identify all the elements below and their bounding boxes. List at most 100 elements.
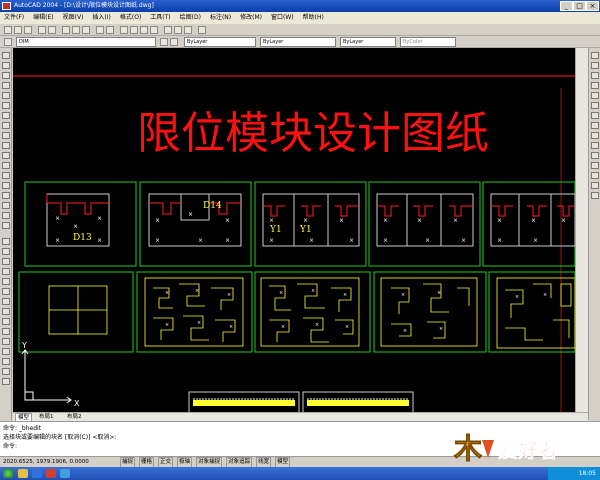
offset-icon[interactable]	[2, 268, 10, 275]
drawing-canvas[interactable]: 限位模块设计图纸 ⨯ ⨯ ⨯ ⨯ ⨯ ⨯ ⨯ ⨯ ⨯ ⨯ ⨯ ⨯ ⨯ ⨯ ⨯ ⨯…	[13, 48, 575, 412]
fillet-right-icon[interactable]	[591, 182, 599, 189]
stretch-icon[interactable]	[2, 318, 10, 325]
move-icon[interactable]	[2, 288, 10, 295]
make-block-icon[interactable]	[2, 172, 10, 179]
properties-icon[interactable]	[164, 26, 172, 34]
autocad-task-icon[interactable]	[46, 469, 56, 478]
chamfer-icon[interactable]	[2, 358, 10, 365]
circle-icon[interactable]	[2, 112, 10, 119]
minimize-button[interactable]: _	[560, 1, 573, 11]
cut-icon[interactable]	[62, 26, 70, 34]
copy-object-icon[interactable]	[2, 248, 10, 255]
menu-insert[interactable]: 插入(I)	[92, 12, 110, 24]
menu-tools[interactable]: 工具(T)	[150, 12, 170, 24]
maximize-button[interactable]: □	[573, 1, 586, 11]
erase-right-icon[interactable]	[591, 52, 599, 59]
array-right-icon[interactable]	[591, 92, 599, 99]
menu-draw[interactable]: 绘图(D)	[180, 12, 201, 24]
tab-layout2[interactable]: 布局2	[65, 413, 84, 421]
color-combo[interactable]: ByLayer	[184, 37, 256, 47]
layer-previous-icon[interactable]	[170, 38, 178, 46]
zoom-window-icon[interactable]	[140, 26, 148, 34]
trim-icon[interactable]	[2, 328, 10, 335]
menu-dimension[interactable]: 标注(N)	[210, 12, 231, 24]
menu-window[interactable]: 窗口(W)	[271, 12, 294, 24]
redo-icon[interactable]	[106, 26, 114, 34]
tool-palettes-icon[interactable]	[184, 26, 192, 34]
arc-icon[interactable]	[2, 102, 10, 109]
media-icon[interactable]	[60, 469, 70, 478]
pan-icon[interactable]	[120, 26, 128, 34]
extend-icon[interactable]	[2, 338, 10, 345]
erase-icon[interactable]	[2, 238, 10, 245]
lineweight-combo[interactable]: ByLayer	[340, 37, 396, 47]
spline-icon[interactable]	[2, 132, 10, 139]
rotate-icon[interactable]	[2, 298, 10, 305]
point-icon[interactable]	[2, 182, 10, 189]
ellipse-arc-icon[interactable]	[2, 152, 10, 159]
chamfer-right-icon[interactable]	[591, 172, 599, 179]
make-current-icon[interactable]	[160, 38, 168, 46]
table-icon[interactable]	[2, 212, 10, 219]
layer-manager-icon[interactable]	[4, 38, 12, 46]
polygon-icon[interactable]	[2, 82, 10, 89]
move-right-icon[interactable]	[591, 102, 599, 109]
new-file-icon[interactable]	[4, 26, 12, 34]
rotate-right-icon[interactable]	[591, 112, 599, 119]
plotstyle-combo[interactable]: ByColor	[400, 37, 456, 47]
array-icon[interactable]	[2, 278, 10, 285]
menu-view[interactable]: 视图(V)	[63, 12, 84, 24]
copy-right-icon[interactable]	[591, 62, 599, 69]
mirror-right-icon[interactable]	[591, 72, 599, 79]
explode-icon[interactable]	[2, 378, 10, 385]
open-file-icon[interactable]	[14, 26, 22, 34]
trim-right-icon[interactable]	[591, 142, 599, 149]
menu-modify[interactable]: 修改(M)	[240, 12, 262, 24]
explorer-icon[interactable]	[18, 469, 28, 478]
save-icon[interactable]	[24, 26, 32, 34]
start-button-icon[interactable]	[3, 469, 13, 478]
linetype-combo[interactable]: ByLayer	[260, 37, 336, 47]
mtext-icon[interactable]	[2, 222, 10, 229]
revision-cloud-icon[interactable]	[2, 122, 10, 129]
svg-text:⨯: ⨯	[425, 237, 430, 244]
ellipse-icon[interactable]	[2, 142, 10, 149]
menu-help[interactable]: 帮助(H)	[303, 12, 324, 24]
rectangle-icon[interactable]	[2, 92, 10, 99]
paste-icon[interactable]	[82, 26, 90, 34]
svg-text:⨯: ⨯	[349, 237, 354, 244]
zoom-previous-icon[interactable]	[150, 26, 158, 34]
mirror-icon[interactable]	[2, 258, 10, 265]
print-icon[interactable]	[38, 26, 46, 34]
scale-icon[interactable]	[2, 308, 10, 315]
tab-layout1[interactable]: 布局1	[37, 413, 56, 421]
menu-edit[interactable]: 编辑(E)	[33, 12, 53, 24]
scale-right-icon[interactable]	[591, 122, 599, 129]
region-icon[interactable]	[2, 202, 10, 209]
close-button[interactable]: ×	[586, 1, 599, 11]
line-tool-icon[interactable]	[2, 52, 10, 59]
offset-right-icon[interactable]	[591, 82, 599, 89]
undo-icon[interactable]	[96, 26, 104, 34]
design-center-icon[interactable]	[174, 26, 182, 34]
break-icon[interactable]	[2, 348, 10, 355]
insert-block-icon[interactable]	[2, 162, 10, 169]
vertical-scrollbar[interactable]	[575, 48, 588, 412]
extend-right-icon[interactable]	[591, 152, 599, 159]
zoom-realtime-icon[interactable]	[130, 26, 138, 34]
fillet-icon[interactable]	[2, 368, 10, 375]
construction-line-icon[interactable]	[2, 62, 10, 69]
layer-combo[interactable]: DIM	[16, 37, 156, 47]
break-right-icon[interactable]	[591, 162, 599, 169]
preview-icon[interactable]	[48, 26, 56, 34]
help-icon[interactable]	[198, 26, 206, 34]
ie-icon[interactable]	[32, 469, 42, 478]
polyline-icon[interactable]	[2, 72, 10, 79]
stretch-right-icon[interactable]	[591, 132, 599, 139]
menu-format[interactable]: 格式(O)	[120, 12, 141, 24]
copy-icon[interactable]	[72, 26, 80, 34]
hatch-icon[interactable]	[2, 192, 10, 199]
horizontal-scrollbar[interactable]: 模型 布局1 布局2	[13, 412, 588, 423]
explode-right-icon[interactable]	[591, 192, 599, 199]
menu-file[interactable]: 文件(F)	[4, 12, 24, 24]
